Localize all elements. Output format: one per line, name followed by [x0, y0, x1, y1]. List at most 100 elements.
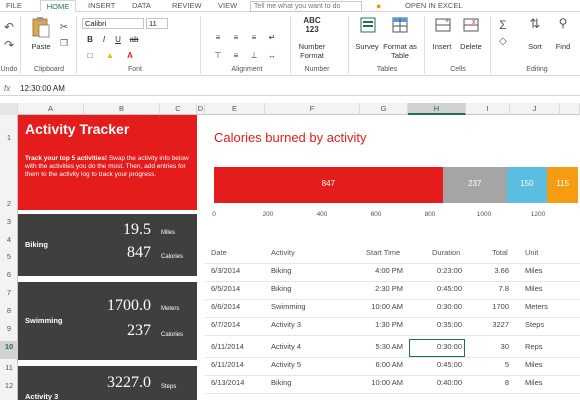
table-cell[interactable]: 0:40:00 [437, 378, 462, 387]
column-header[interactable] [560, 103, 580, 115]
tab-view[interactable]: VIEW [218, 0, 240, 12]
table-cell[interactable]: 5:30 AM [375, 342, 403, 351]
align-right-icon[interactable]: ≡ [248, 32, 260, 44]
table-cell[interactable]: 0:45:00 [437, 284, 462, 293]
table-cell[interactable]: 6/3/2014 [211, 266, 240, 275]
format-as-table-icon[interactable] [390, 16, 410, 36]
delete-button-label[interactable]: Delete [456, 42, 486, 51]
clear-icon[interactable]: ◇ [496, 36, 510, 47]
tab-data[interactable]: DATA [132, 0, 156, 12]
find-button-label[interactable]: Find [550, 42, 576, 51]
table-cell[interactable]: 7.8 [499, 284, 509, 293]
table-cell[interactable]: 4:00 PM [375, 266, 403, 275]
merge-icon[interactable]: ↔ [266, 50, 278, 62]
row-header[interactable]: 1 [0, 133, 18, 142]
table-cell[interactable]: Miles [525, 378, 543, 387]
redo-icon[interactable]: ↷ [2, 38, 16, 52]
open-in-excel-button[interactable]: OPEN IN EXCEL [405, 0, 465, 12]
row-header[interactable]: 12 [0, 381, 18, 390]
column-header[interactable]: E [205, 103, 265, 115]
table-cell[interactable]: Miles [525, 284, 543, 293]
table-cell[interactable]: 8 [505, 378, 509, 387]
table-cell[interactable]: 6/5/2014 [211, 284, 240, 293]
survey-icon[interactable] [358, 16, 378, 36]
row-header[interactable]: 5 [0, 252, 18, 261]
table-cell[interactable]: 6/7/2014 [211, 320, 240, 329]
tab-home[interactable]: HOME [40, 0, 76, 12]
font-size-select[interactable]: 11 [146, 18, 168, 29]
table-cell[interactable]: Activity 3 [271, 320, 301, 329]
table-cell[interactable]: 5 [505, 360, 509, 369]
row-header[interactable]: 3 [0, 217, 18, 226]
table-cell[interactable]: 0:30:00 [437, 302, 462, 311]
borders-icon[interactable]: □ [84, 50, 96, 62]
row-header[interactable]: 7 [0, 288, 18, 297]
row-header[interactable]: 8 [0, 306, 18, 315]
table-cell[interactable]: 6:00 AM [375, 360, 403, 369]
table-cell[interactable]: 6/11/2014 [211, 360, 244, 369]
sort-icon[interactable]: ⇅ [526, 16, 544, 32]
copy-icon[interactable]: ❐ [58, 38, 70, 49]
table-cell[interactable]: 10:00 AM [371, 378, 403, 387]
row-header-selected[interactable]: 10 [0, 341, 18, 359]
autosum-icon[interactable]: Σ [496, 18, 510, 32]
table-cell[interactable]: 6/11/2014 [211, 342, 244, 351]
row-header[interactable]: 2 [0, 199, 18, 208]
align-left-icon[interactable]: ≡ [212, 32, 224, 44]
column-header[interactable]: B [84, 103, 160, 115]
column-header-selected[interactable]: H [408, 103, 466, 115]
row-header[interactable]: 4 [0, 235, 18, 244]
tab-insert[interactable]: INSERT [88, 0, 118, 12]
cut-icon[interactable]: ✂ [58, 22, 70, 33]
column-header[interactable]: F [265, 103, 360, 115]
paste-icon[interactable] [30, 16, 52, 38]
table-cell[interactable]: 1700 [492, 302, 509, 311]
table-cell[interactable]: Biking [271, 284, 291, 293]
align-center-icon[interactable]: ≡ [230, 32, 242, 44]
insert-button-label[interactable]: Insert [428, 42, 456, 51]
table-cell[interactable]: Miles [525, 266, 543, 275]
table-cell[interactable]: Miles [525, 360, 543, 369]
table-cell[interactable]: 10:00 AM [371, 302, 403, 311]
table-cell[interactable]: 6/6/2014 [211, 302, 240, 311]
select-all-corner[interactable] [0, 103, 18, 115]
tab-review[interactable]: REVIEW [172, 0, 202, 12]
font-name-select[interactable]: Calibri [82, 18, 144, 29]
paste-button-label[interactable]: Paste [28, 42, 54, 51]
sort-button-label[interactable]: Sort [522, 42, 548, 51]
bold-icon[interactable]: B [84, 34, 96, 46]
row-header[interactable]: 9 [0, 324, 18, 333]
underline-icon[interactable]: U [112, 34, 124, 46]
table-cell[interactable]: Activity 4 [271, 342, 301, 351]
align-bottom-icon[interactable]: ⊥ [248, 50, 260, 62]
strikethrough-icon[interactable]: ab [128, 34, 140, 46]
row-header[interactable]: 6 [0, 270, 18, 279]
table-cell[interactable]: Activity 5 [271, 360, 301, 369]
table-cell[interactable]: Meters [525, 302, 548, 311]
column-header[interactable]: G [360, 103, 408, 115]
table-cell[interactable]: Steps [525, 320, 544, 329]
table-cell[interactable]: 2:30 PM [375, 284, 403, 293]
column-header[interactable]: C [160, 103, 197, 115]
delete-cells-icon[interactable]: x [462, 16, 480, 36]
italic-icon[interactable]: I [98, 34, 110, 46]
tab-file[interactable]: FILE [6, 0, 26, 12]
survey-button-label[interactable]: Survey [352, 42, 382, 51]
column-header[interactable]: J [510, 103, 560, 115]
column-header[interactable]: I [466, 103, 510, 115]
table-cell[interactable]: Biking [271, 266, 291, 275]
wrap-text-icon[interactable]: ↵ [266, 32, 278, 44]
fill-color-icon[interactable]: ▲ [104, 50, 116, 62]
selected-cell[interactable] [409, 339, 465, 357]
table-cell[interactable]: 1:30 PM [375, 320, 403, 329]
format-as-table-button[interactable]: Format as Table [382, 42, 418, 60]
row-header[interactable]: 11 [0, 363, 18, 372]
column-header[interactable]: D [197, 103, 205, 115]
tellme-input[interactable]: Tell me what you want to do [250, 1, 362, 12]
table-cell[interactable]: 0:45:00 [437, 360, 462, 369]
table-cell[interactable]: Swimming [271, 302, 306, 311]
font-color-icon[interactable]: A [124, 50, 136, 62]
undo-icon[interactable]: ↶ [2, 20, 16, 34]
align-middle-icon[interactable]: ≡ [230, 50, 242, 62]
table-cell[interactable]: Reps [525, 342, 543, 351]
